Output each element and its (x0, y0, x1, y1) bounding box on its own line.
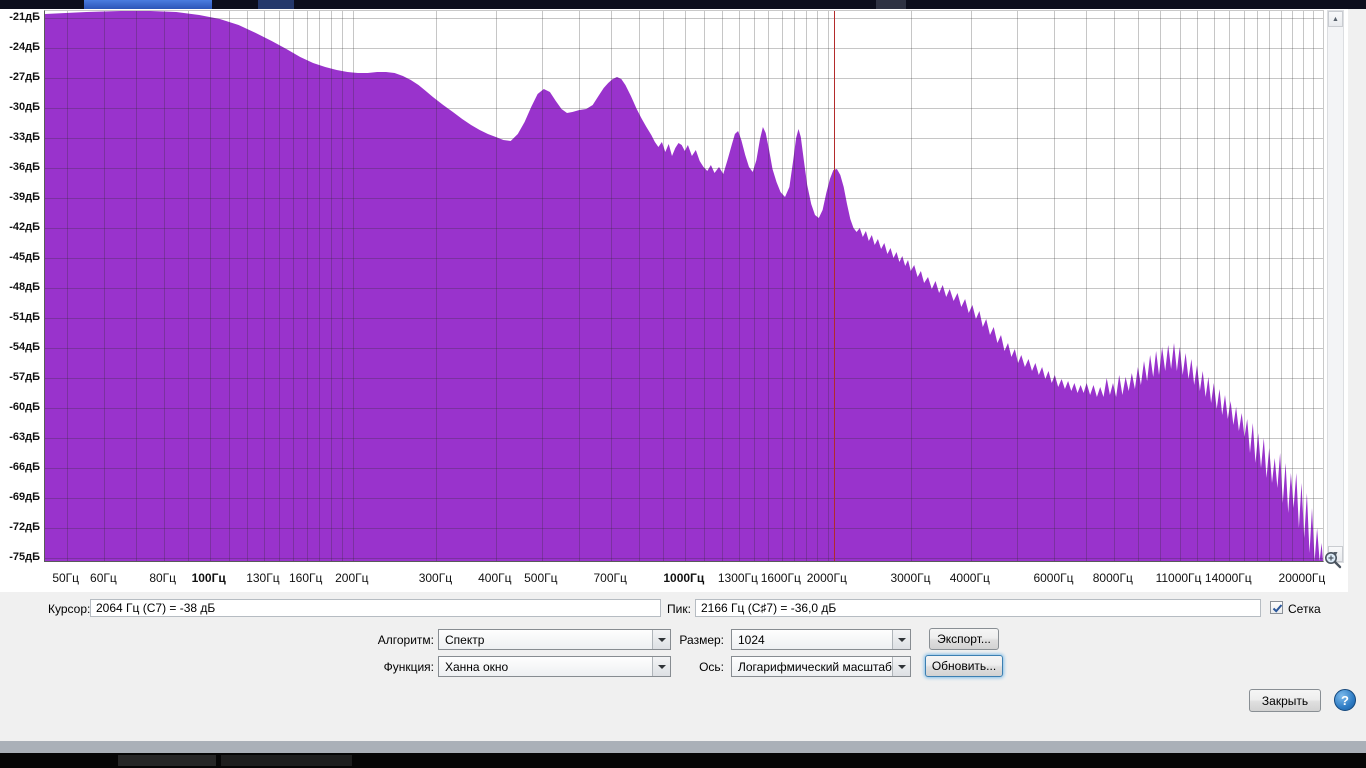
taskbar-item (221, 755, 352, 766)
peak-label: Пик: (667, 602, 691, 616)
x-axis-label: 500Гц (524, 571, 558, 585)
y-axis-label: -54дБ (9, 341, 40, 353)
x-axis-label: 14000Гц (1204, 571, 1252, 585)
x-axis-label: 4000Гц (949, 571, 990, 585)
x-axis-label: 2000Гц (806, 571, 847, 585)
frequency-analysis-window: -21дБ -24дБ -27дБ -30дБ -33дБ -36дБ -39дБ -42дБ… (0, 0, 1366, 768)
close-button[interactable]: Закрыть (1249, 689, 1321, 712)
grid-checkbox[interactable] (1270, 601, 1283, 614)
axis-combobox[interactable]: Логарифмический масштаб (731, 656, 911, 677)
spectrum-svg (45, 11, 1324, 561)
algorithm-combobox[interactable]: Спектр (438, 629, 671, 650)
x-axis-label: 130Гц (246, 571, 280, 585)
plot-region: -21дБ -24дБ -27дБ -30дБ -33дБ -36дБ -39дБ -42дБ… (0, 9, 1348, 592)
x-axis: 50Гц 60Гц 80Гц 100Гц 130Гц 160Гц 200Гц 300Гц 400… (44, 569, 1326, 589)
taskbar-strip (0, 753, 1366, 768)
x-axis-label: 700Гц (593, 571, 627, 585)
peak-readout-field[interactable]: 2166 Гц (C♯7) = -36,0 дБ (695, 599, 1261, 617)
titlebar-segment (258, 0, 294, 9)
x-axis-label: 3000Гц (890, 571, 931, 585)
y-axis-label: -24дБ (9, 41, 40, 53)
titlebar-segment (876, 0, 906, 9)
y-axis-label: -75дБ (9, 551, 40, 563)
window-bottom-edge (0, 741, 1366, 753)
y-axis-label: -72дБ (9, 521, 40, 533)
y-axis-label: -36дБ (9, 161, 40, 173)
x-axis-label: 8000Гц (1092, 571, 1133, 585)
y-axis-label: -39дБ (9, 191, 40, 203)
y-axis: -21дБ -24дБ -27дБ -30дБ -33дБ -36дБ -39дБ -42дБ… (0, 9, 42, 592)
function-label: Функция: (383, 660, 434, 674)
size-value: 1024 (738, 632, 765, 647)
algorithm-label: Алгоритм: (377, 633, 434, 647)
zoom-magnifier-icon[interactable] (1323, 550, 1343, 570)
x-axis-label: 20000Гц (1278, 571, 1326, 585)
x-axis-label: 11000Гц (1155, 571, 1202, 585)
x-axis-label: 1300Гц (717, 571, 758, 585)
grid-checkbox-label: Сетка (1288, 602, 1321, 616)
cursor-label: Курсор: (48, 602, 91, 616)
y-axis-label: -45дБ (9, 251, 40, 263)
x-axis-label: 1000Гц (663, 571, 705, 585)
y-axis-label: -69дБ (9, 491, 40, 503)
x-axis-label: 100Гц (191, 571, 226, 585)
chevron-down-icon[interactable] (892, 630, 910, 649)
taskbar-item (118, 755, 216, 766)
vertical-scrollbar[interactable]: ▲ ▼ (1327, 10, 1344, 563)
export-button[interactable]: Экспорт... (929, 628, 999, 650)
x-axis-label: 80Гц (149, 571, 177, 585)
controls-panel: Курсор: 2064 Гц (C7) = -38 дБ Пик: 2166 … (0, 592, 1366, 741)
titlebar-strip (0, 0, 1366, 9)
spectrum-area (45, 11, 1323, 561)
x-axis-label: 160Гц (288, 571, 323, 585)
arrow-up-icon: ▲ (1332, 15, 1339, 23)
help-button[interactable]: ? (1334, 689, 1356, 711)
y-axis-label: -30дБ (9, 101, 40, 113)
axis-label: Ось: (699, 660, 724, 674)
axis-value: Логарифмический масштаб (738, 659, 892, 674)
algorithm-value: Спектр (445, 632, 485, 647)
y-axis-label: -63дБ (9, 431, 40, 443)
function-value: Ханна окно (445, 659, 509, 674)
size-label: Размер: (679, 633, 724, 647)
y-axis-label: -21дБ (9, 10, 40, 23)
x-axis-label: 400Гц (478, 571, 512, 585)
y-axis-label: -48дБ (9, 281, 40, 293)
spectrum-plot[interactable] (44, 10, 1324, 562)
x-axis-label: 1600Гц (760, 571, 801, 585)
cursor-readout-field[interactable]: 2064 Гц (C7) = -38 дБ (90, 599, 661, 617)
chevron-down-icon[interactable] (892, 657, 910, 676)
x-axis-label: 60Гц (90, 571, 117, 585)
check-icon (1272, 604, 1283, 613)
x-axis-label: 50Гц (52, 571, 80, 585)
y-axis-label: -66дБ (9, 461, 40, 473)
x-axis-label: 300Гц (418, 571, 453, 585)
scroll-up-button[interactable]: ▲ (1328, 11, 1343, 27)
x-axis-label: 200Гц (335, 571, 369, 585)
size-combobox[interactable]: 1024 (731, 629, 911, 650)
y-axis-label: -33дБ (9, 131, 40, 143)
titlebar-highlight (84, 0, 212, 9)
y-axis-label: -60дБ (9, 401, 40, 413)
y-axis-label: -57дБ (9, 371, 40, 383)
function-combobox[interactable]: Ханна окно (438, 656, 671, 677)
x-axis-label: 6000Гц (1033, 571, 1074, 585)
y-axis-label: -51дБ (9, 311, 40, 323)
replot-button[interactable]: Обновить... (925, 655, 1003, 677)
y-axis-label: -42дБ (9, 221, 40, 233)
y-axis-label: -27дБ (9, 71, 40, 83)
